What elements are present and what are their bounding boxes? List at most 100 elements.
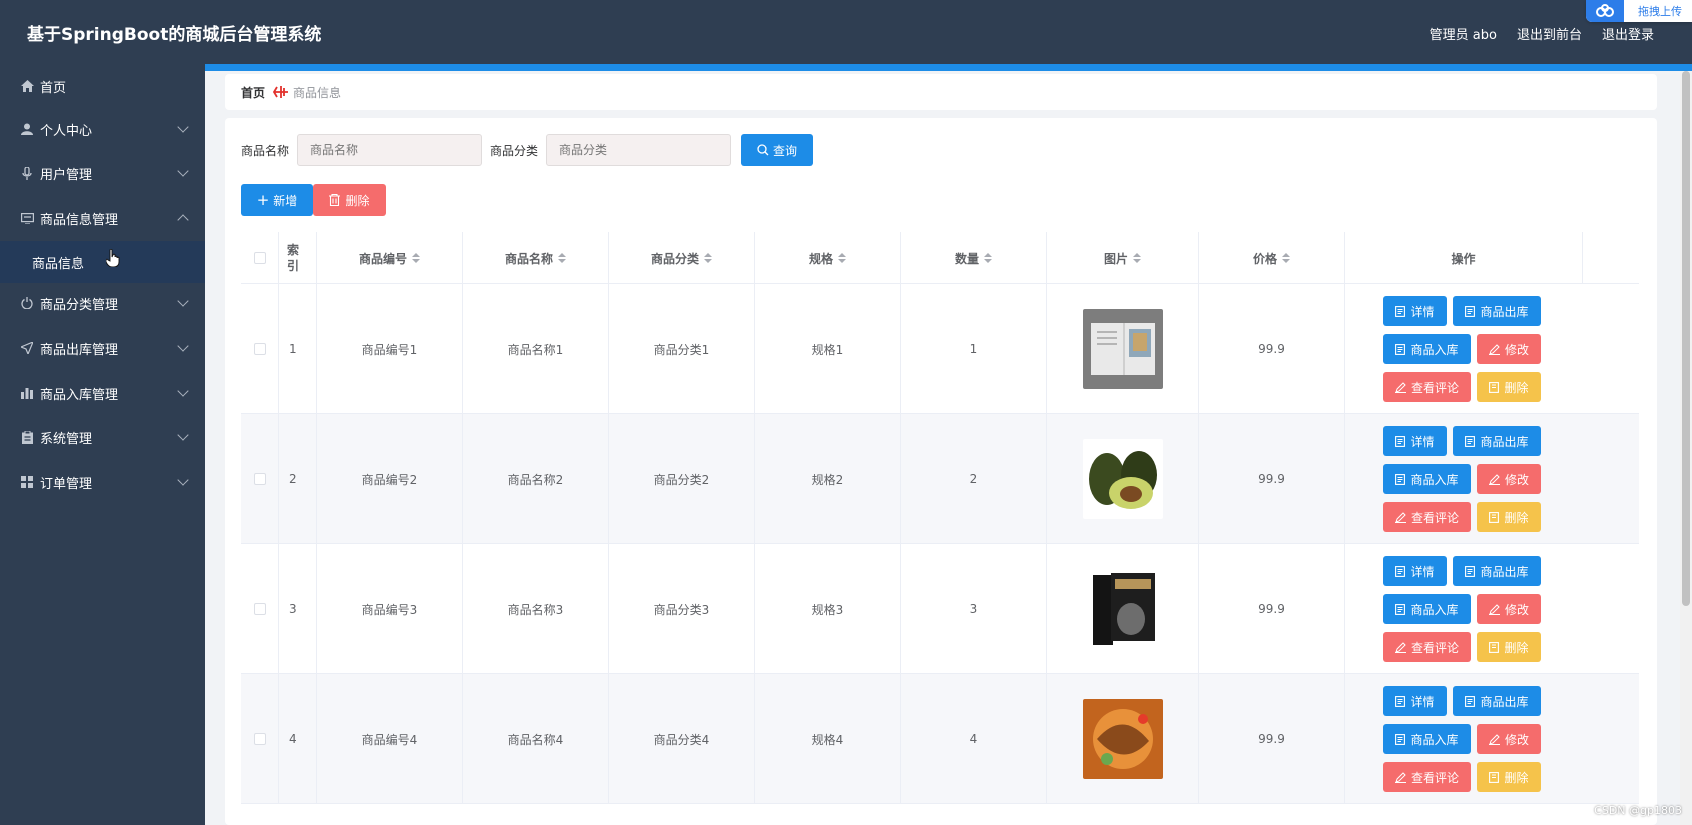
column-header-label: 商品名称 [504, 251, 553, 266]
row-checkbox[interactable] [253, 343, 266, 355]
stock-out-button[interactable]: 商品出库 [1453, 426, 1541, 456]
sidebar-item-system[interactable]: 系统管理 [0, 417, 205, 457]
product-image[interactable] [1082, 309, 1163, 389]
sidebar-subitem-goods-info[interactable]: 商品信息 [0, 241, 205, 283]
sort-icon[interactable] [704, 253, 712, 263]
sidebar-item-goods-out[interactable]: 商品出库管理 [0, 328, 205, 368]
stock-in-button[interactable]: 商品入库 [1383, 594, 1471, 624]
cloud-icon [1586, 0, 1624, 22]
sidebar-item-label: 商品入库管理 [40, 387, 119, 403]
sort-icon[interactable] [558, 253, 566, 263]
view-comments-button[interactable]: 查看评论 [1383, 632, 1471, 662]
sidebar-item-label: 商品分类管理 [40, 297, 119, 313]
stock-out-button[interactable]: 商品出库 [1453, 556, 1541, 586]
sort-icon[interactable] [1133, 253, 1141, 263]
column-header-label: 数量 [954, 251, 979, 266]
stock-out-button-label: 商品出库 [1480, 694, 1529, 709]
view-comments-button[interactable]: 查看评论 [1383, 372, 1471, 402]
edit-button[interactable]: 修改 [1477, 594, 1541, 624]
sidebar-item-profile[interactable]: 个人中心 [0, 109, 205, 149]
sidebar-subitem-label: 商品信息 [32, 256, 85, 272]
sidebar-item-label: 用户管理 [40, 167, 93, 183]
user-icon [20, 122, 34, 136]
detail-button[interactable]: 详情 [1383, 296, 1447, 326]
sidebar-item-goods-in[interactable]: 商品入库管理 [0, 373, 205, 413]
delete-button[interactable]: 删除 [1477, 762, 1541, 792]
delete-button[interactable]: 删除 [1477, 372, 1541, 402]
breadcrumb-home[interactable]: 首页 [241, 84, 265, 101]
cell-image [1047, 284, 1199, 414]
detail-button[interactable]: 详情 [1383, 686, 1447, 716]
product-image[interactable] [1082, 699, 1163, 779]
edit-button-label: 修改 [1504, 342, 1529, 357]
clipboard-icon [20, 430, 34, 444]
column-header-image[interactable]: 图片 [1047, 232, 1199, 284]
cell-code: 商品编号1 [317, 284, 463, 414]
add-button[interactable]: + 新增 [241, 184, 313, 216]
column-header-spec[interactable]: 规格 [755, 232, 901, 284]
view-comments-button[interactable]: 查看评论 [1383, 762, 1471, 792]
trash-icon [329, 194, 341, 206]
logout-link[interactable]: 退出登录 [1602, 24, 1654, 43]
sidebar-item-label: 首页 [40, 80, 67, 96]
query-button[interactable]: 查询 [741, 134, 814, 166]
edit-button[interactable]: 修改 [1477, 334, 1541, 364]
stock-out-button-label: 商品出库 [1480, 434, 1529, 449]
column-header-code[interactable]: 商品编号 [317, 232, 463, 284]
sort-icon[interactable] [412, 253, 420, 263]
delete-button[interactable]: 删除 [1477, 632, 1541, 662]
edit-button[interactable]: 修改 [1477, 724, 1541, 754]
back-to-front-link[interactable]: 退出到前台 [1517, 24, 1582, 43]
top-header: 基于SpringBoot的商城后台管理系统 管理员 abo 退出到前台 退出登录 [0, 0, 1692, 64]
sidebar-item-goods-category[interactable]: 商品分类管理 [0, 283, 205, 323]
edit-icon [1394, 511, 1406, 523]
detail-button[interactable]: 详情 [1383, 556, 1447, 586]
product-image[interactable] [1082, 439, 1163, 519]
column-header-label: 商品分类 [650, 251, 699, 266]
page-scrollbar[interactable] [1680, 71, 1692, 825]
stock-out-button[interactable]: 商品出库 [1453, 296, 1541, 326]
document-icon [1395, 603, 1406, 615]
detail-button[interactable]: 详情 [1383, 426, 1447, 456]
product-image[interactable] [1082, 569, 1163, 649]
sidebar-item-users[interactable]: 用户管理 [0, 153, 205, 193]
detail-button-label: 详情 [1410, 564, 1435, 579]
edit-icon [1394, 771, 1406, 783]
upload-widget[interactable]: 拖拽上传 [1586, 0, 1692, 22]
stock-in-button-label: 商品入库 [1410, 472, 1459, 487]
row-checkbox[interactable] [253, 603, 266, 615]
cell-name: 商品名称3 [463, 544, 609, 674]
edit-button[interactable]: 修改 [1477, 464, 1541, 494]
trash-icon [1489, 771, 1500, 783]
document-icon [1465, 695, 1476, 707]
batch-delete-button[interactable]: 删除 [313, 184, 386, 216]
column-header-price[interactable]: 价格 [1199, 232, 1345, 284]
select-all-checkbox[interactable] [253, 252, 266, 264]
stock-in-button[interactable]: 商品入库 [1383, 464, 1471, 494]
main-content: 商品名称 商品分类 查询 + 新增 删除 索引 商品编号 商品名称 商品分类 规… [225, 118, 1657, 825]
sort-icon[interactable] [838, 253, 846, 263]
column-header-category[interactable]: 商品分类 [609, 232, 755, 284]
action-buttons: 详情 商品出库 商品入库 修改 查看评论 删除 [1345, 674, 1583, 804]
name-filter-input[interactable] [297, 134, 483, 166]
row-checkbox[interactable] [253, 473, 266, 485]
sidebar-item-home[interactable]: 首页 [0, 66, 205, 106]
stock-in-button[interactable]: 商品入库 [1383, 724, 1471, 754]
sidebar-item-label: 系统管理 [40, 431, 93, 447]
sort-icon[interactable] [984, 253, 992, 263]
stock-out-button[interactable]: 商品出库 [1453, 686, 1541, 716]
edit-icon [1488, 473, 1500, 485]
scrollbar-thumb[interactable] [1682, 71, 1690, 606]
row-select-cell [241, 674, 279, 804]
column-header-name[interactable]: 商品名称 [463, 232, 609, 284]
sort-icon[interactable] [1282, 253, 1290, 263]
row-checkbox[interactable] [253, 733, 266, 745]
column-header-qty[interactable]: 数量 [901, 232, 1047, 284]
category-filter-input[interactable] [546, 134, 732, 166]
stock-in-button[interactable]: 商品入库 [1383, 334, 1471, 364]
delete-button[interactable]: 删除 [1477, 502, 1541, 532]
sidebar-item-goods-info[interactable]: 商品信息管理 [0, 198, 205, 238]
view-comments-button[interactable]: 查看评论 [1383, 502, 1471, 532]
header-accent-bar [0, 64, 1692, 71]
sidebar-item-orders[interactable]: 订单管理 [0, 462, 205, 502]
